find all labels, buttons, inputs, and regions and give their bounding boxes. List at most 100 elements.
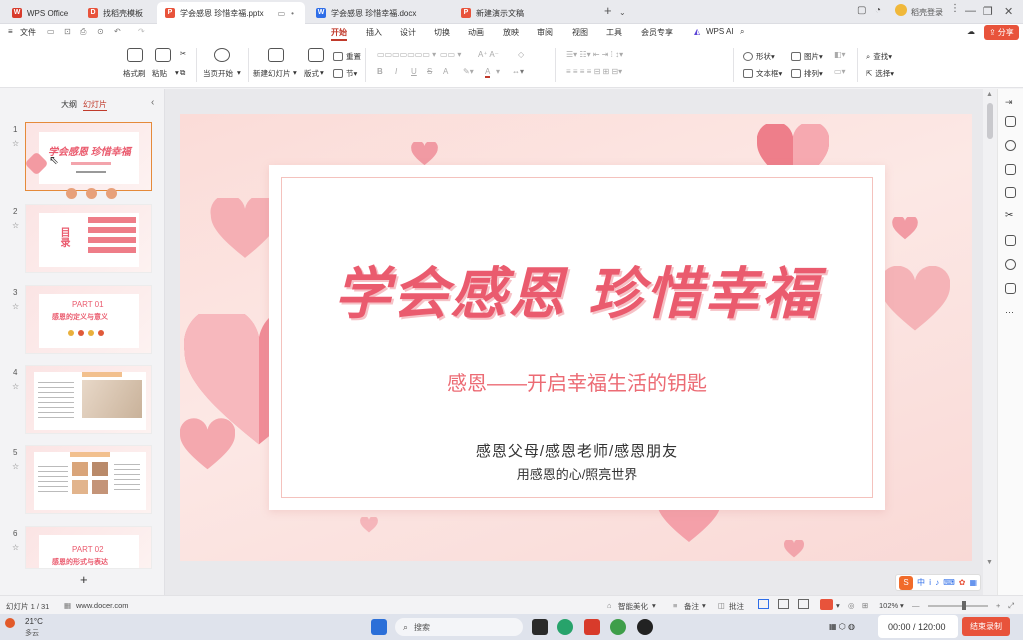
zoom-slider-thumb[interactable] (962, 601, 966, 610)
dropdown-icon[interactable]: ▾ (320, 68, 324, 77)
tab-slides[interactable]: 幻灯片 (83, 99, 107, 111)
undo-icon[interactable]: ↶ (114, 27, 121, 36)
task-view-icon[interactable] (532, 619, 548, 635)
save-icon[interactable]: ⊡ (64, 27, 71, 36)
sogou-ime-icon[interactable]: S (899, 575, 913, 590)
slide-text-line-2[interactable]: 用感恩的心/照亮世界 (269, 464, 885, 483)
notes-icon[interactable]: ≡ (673, 601, 677, 610)
star-icon[interactable]: ☆ (12, 462, 19, 471)
slide-thumbnail-3[interactable]: PART 01 感恩的定义与意义 (25, 285, 152, 354)
paste-button[interactable]: 粘贴 (152, 68, 167, 79)
image-icon[interactable] (1005, 187, 1016, 198)
italic-button[interactable]: I (395, 67, 397, 76)
bold-button[interactable]: B (377, 67, 383, 76)
slide-thumbnail-5[interactable] (25, 445, 152, 514)
font-name-dropdown[interactable]: ▭▭▭▭▭▭▭ ▾ (377, 50, 436, 59)
weather-icon[interactable] (5, 618, 15, 628)
dropdown-icon[interactable]: ▾ (836, 601, 840, 610)
tools-icon[interactable]: ✂ (1005, 210, 1016, 221)
menu-review[interactable]: 审阅 (537, 27, 553, 38)
cloud-icon[interactable]: ☁ (967, 27, 975, 36)
dropdown-icon[interactable]: ▾ (702, 601, 706, 610)
search-icon[interactable]: ⌕ (740, 27, 744, 37)
comments-icon[interactable]: ◫ (718, 601, 725, 610)
layout-button[interactable]: 版式 (304, 68, 319, 79)
ime-punct-icon[interactable]: ⅰ (929, 578, 931, 587)
textbox-button[interactable]: 文本框 ▾ (743, 68, 782, 79)
close-tab-icon[interactable]: • (291, 9, 294, 18)
scroll-up-icon[interactable]: ▲ (986, 91, 993, 98)
ime-toolbar[interactable]: S 中 ⅰ ♪ ⌨ ✿ ▦ (895, 574, 982, 591)
print-icon[interactable]: ⎙ (80, 27, 86, 37)
zoom-level[interactable]: 102% (879, 601, 898, 610)
display-icon[interactable] (1005, 283, 1016, 294)
camera-icon[interactable]: ◎ (848, 601, 855, 610)
slide-thumbnail-4[interactable] (25, 365, 152, 434)
avatar[interactable] (895, 4, 907, 16)
menu-transition[interactable]: 切换 (434, 27, 450, 38)
char-spacing-icon[interactable]: ⇔▾ (512, 67, 524, 76)
dropdown-icon[interactable]: ▾ (237, 68, 241, 77)
find-button[interactable]: ⌕ 查找 ▾ (866, 51, 892, 62)
menu-view[interactable]: 视图 (572, 27, 588, 38)
transform-icon[interactable] (1005, 140, 1016, 151)
tab-outline[interactable]: 大纲 (61, 99, 77, 110)
star-icon[interactable]: ☆ (12, 543, 19, 552)
tab-pptx[interactable]: P 学会感恩 珍惜幸福.pptx ▭ • (157, 2, 305, 24)
menu-design[interactable]: 设计 (400, 27, 416, 38)
menu-animation[interactable]: 动画 (468, 27, 484, 38)
reset-button[interactable]: 重置 (333, 51, 361, 62)
redo-icon[interactable]: ↷ (138, 27, 145, 36)
properties-icon[interactable] (1005, 116, 1016, 127)
scrollbar-thumb[interactable] (987, 103, 993, 139)
grow-font-icon[interactable]: A⁺ A⁻ (478, 50, 499, 59)
star-icon[interactable]: ☆ (12, 139, 19, 148)
fullscreen-icon[interactable]: ⤢ (1008, 601, 1014, 611)
collapse-panel-icon[interactable]: ‹ (151, 97, 154, 108)
cut-icon[interactable]: ✂ (180, 49, 186, 58)
font-effect-button[interactable]: A (443, 67, 448, 76)
window-icon[interactable]: ▢ (857, 5, 866, 16)
collapse-icon[interactable]: ⇥ (1005, 97, 1016, 108)
minimize-button[interactable]: — (965, 5, 976, 17)
font-color-button[interactable]: A (485, 67, 491, 78)
star-icon[interactable]: ☆ (12, 302, 19, 311)
zoom-out-icon[interactable]: — (912, 601, 920, 610)
outline-icon[interactable]: ▭▾ (834, 67, 846, 76)
theme-icon[interactable]: ▦ (64, 601, 71, 610)
dropdown-icon[interactable]: ▾ (652, 601, 656, 610)
new-tab-button[interactable]: + (604, 3, 612, 18)
ime-keyboard-icon[interactable]: ⌨ (943, 578, 955, 587)
menu-vip[interactable]: 会员专享 (641, 27, 673, 38)
beautify-button[interactable]: 智能美化 (618, 601, 648, 612)
menu-slideshow[interactable]: 放映 (503, 27, 519, 38)
star-icon[interactable]: ☆ (12, 221, 19, 230)
notes-button[interactable]: 备注 (684, 601, 699, 612)
more-icon[interactable]: ··· (1005, 307, 1016, 318)
slide-thumbnail-2[interactable]: 目录 (25, 204, 152, 273)
format-painter-button[interactable]: 格式刷 (123, 68, 146, 79)
chevron-down-icon[interactable]: ⌄ (619, 8, 626, 17)
font-size-dropdown[interactable]: ▭▭ ▾ (440, 50, 461, 59)
hamburger-icon[interactable]: ≡ (8, 27, 13, 36)
slide-subtitle[interactable]: 感恩——开启幸福生活的钥匙 (269, 367, 885, 396)
skin-icon[interactable]: ◔ (875, 5, 881, 16)
menu-insert[interactable]: 插入 (366, 27, 382, 38)
dropdown-icon[interactable]: ▾ (293, 68, 297, 77)
normal-view-icon[interactable] (758, 599, 769, 609)
select-button[interactable]: ⇱ 选择 ▾ (866, 68, 894, 79)
maximize-button[interactable]: ❐ (983, 5, 993, 18)
beautify-icon[interactable]: ⌂ (607, 601, 612, 610)
thumb-action-icon[interactable] (105, 188, 117, 199)
slide-thumbnail-6[interactable]: PART 02 感恩的形式与表达 (25, 526, 152, 569)
slide-sorter-icon[interactable] (778, 599, 789, 609)
browser-icon[interactable] (557, 619, 573, 635)
new-slide-button[interactable]: 新建幻灯片 (253, 68, 291, 79)
slide-title[interactable]: 学会感恩 珍惜幸福 (269, 249, 885, 330)
tab-docx[interactable]: W 学会感恩 珍惜幸福.docx (308, 2, 424, 24)
paste-dropdown-icon[interactable]: ▾ (175, 68, 179, 77)
strikethrough-button[interactable]: S (427, 67, 432, 76)
slide-text-line-1[interactable]: 感恩父母/感恩老师/感恩朋友 (269, 440, 885, 461)
vertical-scrollbar[interactable]: ▲ ▼ (983, 89, 997, 595)
fit-window-icon[interactable]: ⊞ (862, 601, 868, 610)
